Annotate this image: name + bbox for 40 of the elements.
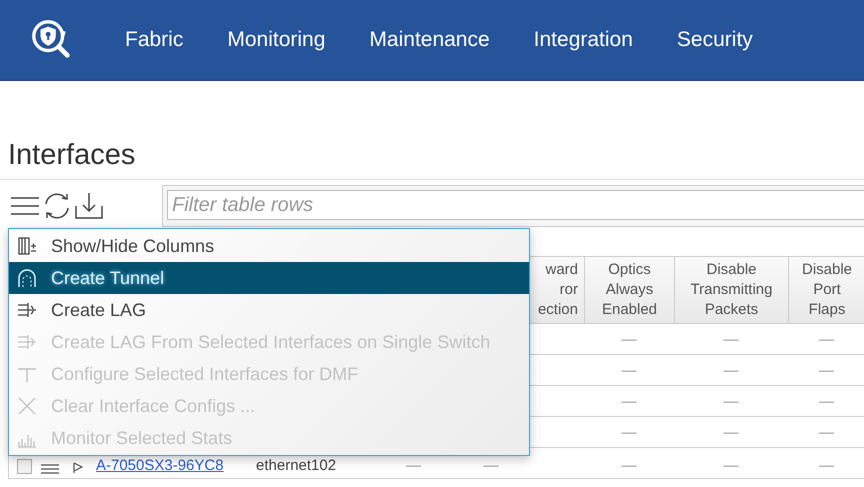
table-cell: — bbox=[622, 362, 636, 378]
switch-link[interactable]: A-7050SX3-96YC8 bbox=[96, 457, 224, 474]
table-cell: ethernet102 bbox=[256, 457, 336, 474]
close-icon bbox=[17, 396, 37, 416]
column-header[interactable]: Optics Always Enabled bbox=[584, 257, 674, 323]
column-header[interactable]: Disable Port Flaps bbox=[788, 257, 864, 323]
menu-item[interactable]: Create Tunnel bbox=[9, 262, 529, 294]
table-cell: — bbox=[622, 392, 636, 410]
table-cell: — bbox=[622, 424, 636, 440]
nav-item[interactable]: Integration bbox=[534, 28, 633, 52]
table-cell: — bbox=[484, 457, 498, 474]
nav-item[interactable]: Security bbox=[676, 28, 753, 52]
download-icon[interactable] bbox=[74, 192, 104, 220]
table-cell: — bbox=[819, 330, 834, 348]
nav-item[interactable]: Monitoring bbox=[227, 28, 326, 52]
lag-icon bbox=[17, 300, 37, 320]
flag-icon[interactable] bbox=[73, 462, 83, 474]
table-cell: — bbox=[622, 457, 636, 474]
table-cell: — bbox=[406, 457, 421, 474]
table-cell: — bbox=[819, 457, 834, 474]
menu-icon[interactable] bbox=[10, 196, 40, 216]
columns-icon bbox=[17, 236, 37, 256]
page-title: Interfaces bbox=[0, 139, 864, 180]
table-cell: — bbox=[724, 392, 738, 410]
row-checkbox[interactable] bbox=[17, 459, 32, 474]
nav-item[interactable]: Maintenance bbox=[369, 28, 490, 52]
table-cell: — bbox=[819, 424, 834, 440]
table-cell: — bbox=[724, 457, 738, 474]
tunnel-icon bbox=[17, 268, 37, 288]
nav-item[interactable]: Fabric bbox=[125, 28, 184, 52]
table-cell: — bbox=[724, 362, 738, 378]
table-cell: — bbox=[724, 330, 738, 348]
lag-icon bbox=[17, 332, 37, 352]
table-cell: — bbox=[724, 424, 738, 440]
table-cell: — bbox=[819, 362, 834, 378]
table-cell: — bbox=[819, 392, 834, 410]
column-header[interactable]: Disable Transmitting Packets bbox=[674, 257, 788, 323]
filter-field[interactable]: Filter table rows bbox=[167, 190, 864, 220]
drag-handle-icon[interactable] bbox=[41, 464, 59, 474]
table-cell: — bbox=[622, 330, 636, 348]
